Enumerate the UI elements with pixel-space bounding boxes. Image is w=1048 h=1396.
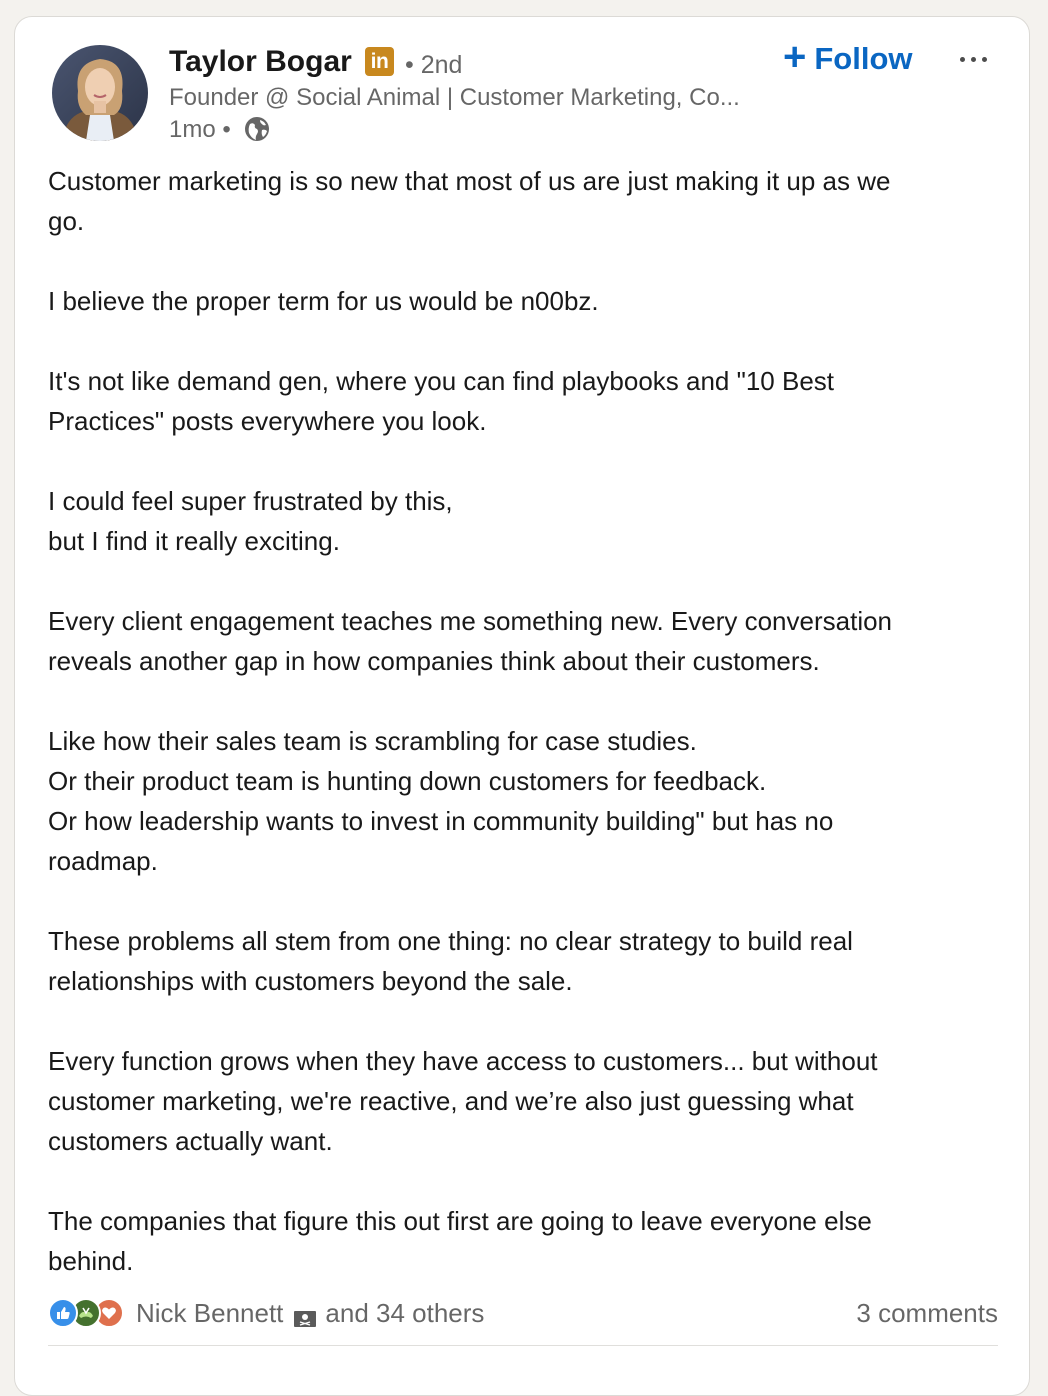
post-paragraph: I could feel super frustrated by this, b…	[48, 481, 1008, 561]
avatar-photo	[52, 45, 148, 141]
post-paragraph: Customer marketing is so new that most o…	[48, 161, 1008, 241]
post-timestamp: 1mo •	[169, 116, 231, 143]
comments-count-link[interactable]: 3 comments	[856, 1298, 998, 1329]
post-line: customers actually want.	[48, 1126, 333, 1156]
post-line: I believe the proper term for us would b…	[48, 286, 599, 316]
post-line: These problems all stem from one thing: …	[48, 926, 853, 956]
author-name[interactable]: Taylor Bogar	[169, 44, 352, 80]
post-line: Or their product team is hunting down cu…	[48, 766, 767, 796]
divider	[48, 1345, 998, 1346]
post-paragraph: Like how their sales team is scrambling …	[48, 721, 1008, 881]
more-horizontal-icon	[959, 56, 965, 62]
premium-badge-icon: in	[365, 47, 394, 76]
post-line: Like how their sales team is scrambling …	[48, 726, 697, 756]
follow-label: Follow	[814, 41, 913, 76]
post-line: Or how leadership wants to invest in com…	[48, 806, 834, 836]
post-paragraph: The companies that figure this out first…	[48, 1201, 1008, 1281]
post-paragraph: These problems all stem from one thing: …	[48, 921, 1008, 1001]
more-horizontal-icon	[970, 56, 976, 62]
pirate-flag-icon	[293, 1304, 317, 1327]
post-line: It's not like demand gen, where you can …	[48, 366, 835, 396]
post-paragraph: Every client engagement teaches me somet…	[48, 601, 1008, 681]
globe-icon	[243, 115, 271, 143]
feed-post-card: Taylor Bogar in • 2nd Founder @ Social A…	[14, 16, 1030, 1396]
post-line: Every function grows when they have acce…	[48, 1046, 878, 1076]
post-line: roadmap.	[48, 846, 158, 876]
reactions-count[interactable]: and 34 others	[325, 1298, 484, 1329]
post-line: behind.	[48, 1246, 134, 1276]
connection-degree: • 2nd	[405, 51, 463, 79]
reactor-name[interactable]: Nick Bennett	[136, 1298, 283, 1329]
post-paragraph: Every function grows when they have acce…	[48, 1041, 1008, 1161]
post-line: but I find it really exciting.	[48, 526, 340, 556]
post-line: relationships with customers beyond the …	[48, 966, 573, 996]
social-counts: Nick Bennett and 34 others 3 comments	[48, 1293, 998, 1333]
post-text: Customer marketing is so new that most o…	[48, 161, 1008, 1281]
more-horizontal-icon	[981, 56, 987, 62]
post-line: Every client engagement teaches me somet…	[48, 606, 893, 636]
post-paragraph: I believe the proper term for us would b…	[48, 281, 1008, 321]
like-reaction-icon	[48, 1298, 78, 1328]
author-avatar[interactable]	[52, 45, 148, 141]
author-headline: Founder @ Social Animal | Customer Marke…	[169, 84, 740, 111]
post-line: I could feel super frustrated by this,	[48, 486, 453, 516]
post-line: reveals another gap in how companies thi…	[48, 646, 820, 676]
more-options-button[interactable]	[951, 39, 995, 79]
post-line: go.	[48, 206, 85, 236]
post-line: Practices" posts everywhere you look.	[48, 406, 487, 436]
plus-icon: +	[783, 35, 807, 79]
reactions-summary[interactable]	[48, 1297, 128, 1329]
post-paragraph: It's not like demand gen, where you can …	[48, 361, 1008, 441]
post-line: The companies that figure this out first…	[48, 1206, 872, 1236]
follow-button[interactable]: + Follow	[779, 35, 917, 79]
post-line: Customer marketing is so new that most o…	[48, 166, 891, 196]
post-line: customer marketing, we're reactive, and …	[48, 1086, 854, 1116]
